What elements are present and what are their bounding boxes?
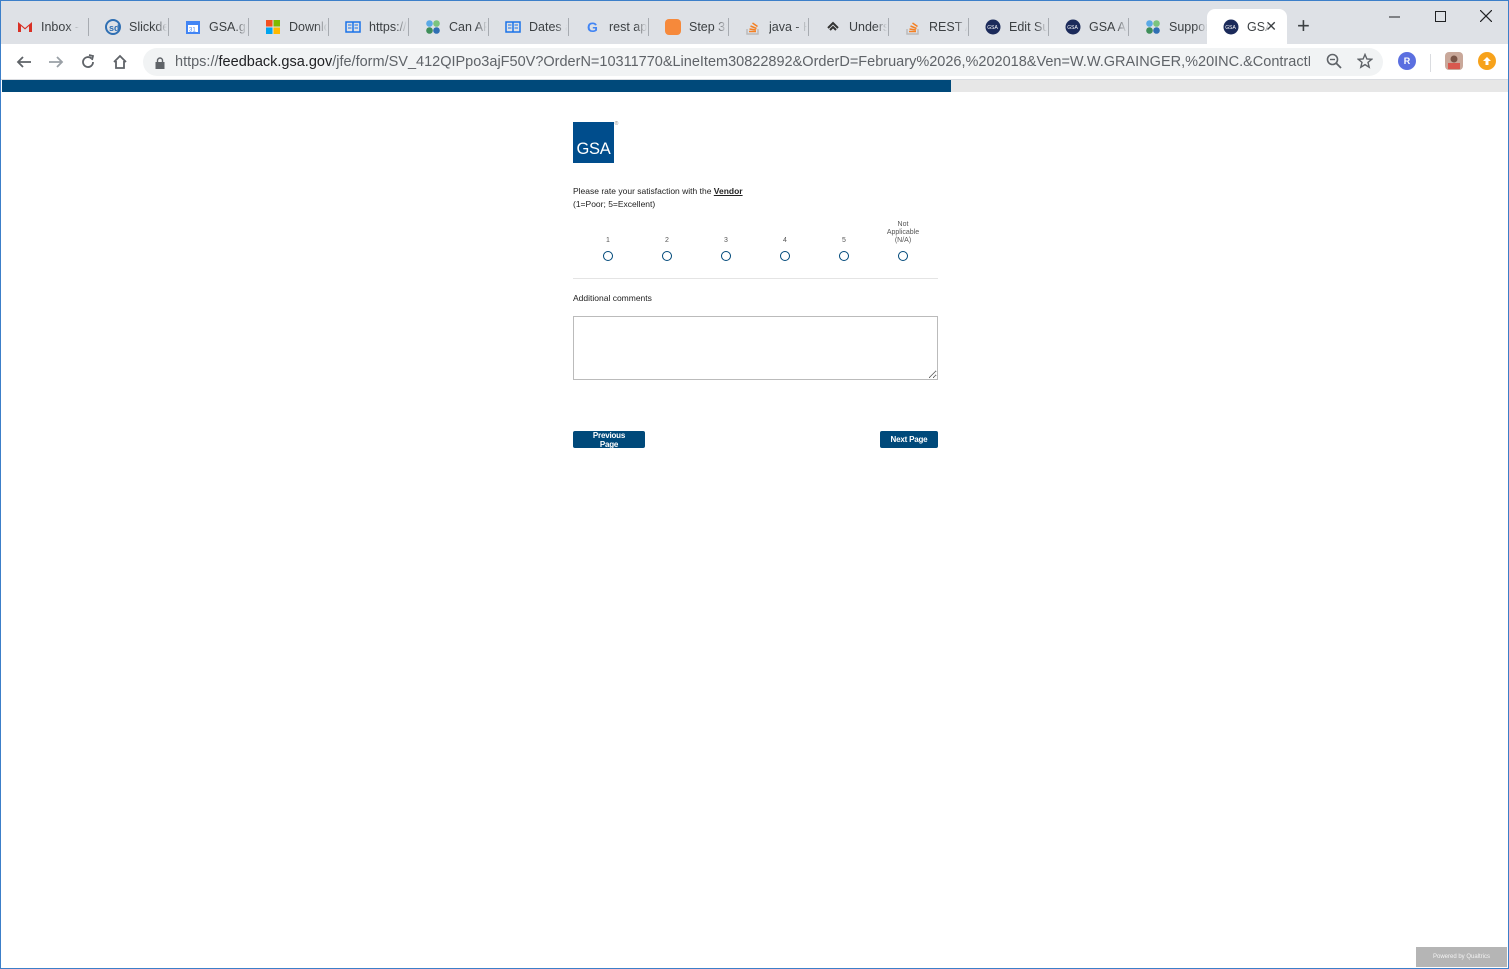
- previous-page-button[interactable]: Previous Page: [573, 431, 645, 449]
- calendar-icon: 31: [185, 19, 201, 35]
- tab-download[interactable]: Downlo: [249, 9, 329, 44]
- tab-strip: Inbox - sd Slickde 31 GSA.go Downlo http…: [1, 1, 1508, 44]
- radio-3[interactable]: [721, 251, 731, 261]
- community-icon: [1145, 19, 1161, 35]
- tab-gsa-account[interactable]: GSA GSA Ac: [1049, 9, 1129, 44]
- stackoverflow-icon: [745, 19, 761, 35]
- radio-1[interactable]: [603, 251, 613, 261]
- rating-scale: 1 2 3 4 5 Not Applicable (N/A): [573, 221, 938, 279]
- google-icon: G: [585, 19, 601, 35]
- home-button[interactable]: [109, 51, 131, 73]
- community-icon: [425, 19, 441, 35]
- radio-2[interactable]: [662, 251, 672, 261]
- rating-option-4[interactable]: 4: [755, 227, 815, 261]
- tab-slickdeals[interactable]: sd Slickde: [89, 9, 169, 44]
- tab-gsa-active[interactable]: GSA GSA ✕: [1207, 9, 1287, 44]
- vendor-link[interactable]: Vendor: [714, 186, 743, 196]
- gsa-favicon-icon: GSA: [985, 19, 1001, 35]
- rating-option-2[interactable]: 2: [637, 227, 697, 261]
- comments-label: Additional comments: [573, 293, 652, 303]
- rating-option-5[interactable]: 5: [814, 227, 874, 261]
- bookmark-star-icon[interactable]: [1356, 52, 1374, 74]
- orange-square-icon: [665, 18, 681, 35]
- reader-icon: [345, 19, 361, 35]
- survey-progress-fill: [2, 80, 952, 92]
- maximize-button[interactable]: [1417, 5, 1463, 27]
- question-text: Please rate your satisfaction with the V…: [573, 186, 743, 209]
- navigation-buttons: Previous Page Next Page: [573, 431, 938, 449]
- gsa-logo: GSA ®: [573, 121, 618, 163]
- tab-support[interactable]: Suppor: [1129, 9, 1207, 44]
- extension-icon[interactable]: R: [1398, 52, 1416, 70]
- microsoft-icon: [265, 19, 281, 35]
- gsa-favicon-icon: GSA: [1223, 19, 1239, 35]
- link-icon: [825, 19, 841, 35]
- rating-option-1[interactable]: 1: [578, 227, 638, 261]
- close-tab-icon[interactable]: ✕: [1265, 18, 1277, 35]
- radio-4[interactable]: [780, 251, 790, 261]
- powered-by-qualtrics[interactable]: Powered by Qualtrics: [1416, 947, 1507, 967]
- svg-text:G: G: [587, 19, 598, 35]
- tab-edit-survey[interactable]: GSA Edit Su: [969, 9, 1049, 44]
- rating-option-na[interactable]: Not Applicable (N/A): [873, 221, 933, 261]
- reader-icon: [505, 19, 521, 35]
- forward-button[interactable]: [45, 51, 67, 73]
- svg-text:GSA: GSA: [987, 25, 998, 31]
- survey-progress-bar: [2, 80, 1508, 92]
- tab-java[interactable]: java - H: [729, 9, 809, 44]
- svg-text:31: 31: [189, 27, 196, 33]
- browser-toolbar: https://feedback.gsa.gov/jfe/form/SV_412…: [1, 44, 1508, 80]
- tab-understand[interactable]: Unders: [809, 9, 889, 44]
- tab-inbox[interactable]: Inbox -: [1, 9, 89, 44]
- svg-text:GSA: GSA: [1225, 25, 1236, 31]
- tab-https[interactable]: https://: [329, 9, 409, 44]
- tab-gsa-gov[interactable]: 31 GSA.go: [169, 9, 249, 44]
- gmail-icon: [17, 19, 33, 35]
- svg-text:GSA: GSA: [1067, 25, 1078, 31]
- tab-dates[interactable]: Dates a: [489, 9, 569, 44]
- radio-5[interactable]: [839, 251, 849, 261]
- tab-rest-a[interactable]: REST A: [889, 9, 969, 44]
- survey-form: GSA ® Please rate your satisfaction with…: [573, 121, 938, 449]
- rating-option-3[interactable]: 3: [696, 227, 756, 261]
- tab-can-api[interactable]: Can AP: [409, 9, 489, 44]
- tab-rest-api[interactable]: G rest api: [569, 9, 649, 44]
- zoom-icon[interactable]: [1326, 53, 1342, 74]
- close-window-button[interactable]: [1463, 5, 1508, 27]
- back-button[interactable]: [13, 51, 35, 73]
- profile-avatar[interactable]: [1445, 52, 1463, 70]
- browser-window: Inbox - sd Slickde 31 GSA.go Downlo http…: [0, 0, 1509, 969]
- gsa-favicon-icon: GSA: [1065, 19, 1081, 35]
- slickdeals-icon: sd: [105, 18, 121, 35]
- next-page-button[interactable]: Next Page: [880, 431, 938, 448]
- svg-text:sd: sd: [109, 23, 120, 33]
- tab-step-3[interactable]: Step 3:: [649, 9, 729, 44]
- minimize-button[interactable]: [1371, 5, 1417, 27]
- url-text: https://feedback.gsa.gov/jfe/form/SV_412…: [175, 54, 1310, 70]
- lock-icon: [155, 56, 165, 74]
- radio-na[interactable]: [898, 251, 908, 261]
- reload-button[interactable]: [77, 51, 99, 73]
- stackoverflow-icon: [905, 19, 921, 35]
- address-bar[interactable]: https://feedback.gsa.gov/jfe/form/SV_412…: [143, 48, 1383, 76]
- update-icon[interactable]: [1478, 52, 1496, 70]
- comments-textarea[interactable]: [573, 316, 938, 380]
- new-tab-button[interactable]: +: [1297, 15, 1310, 37]
